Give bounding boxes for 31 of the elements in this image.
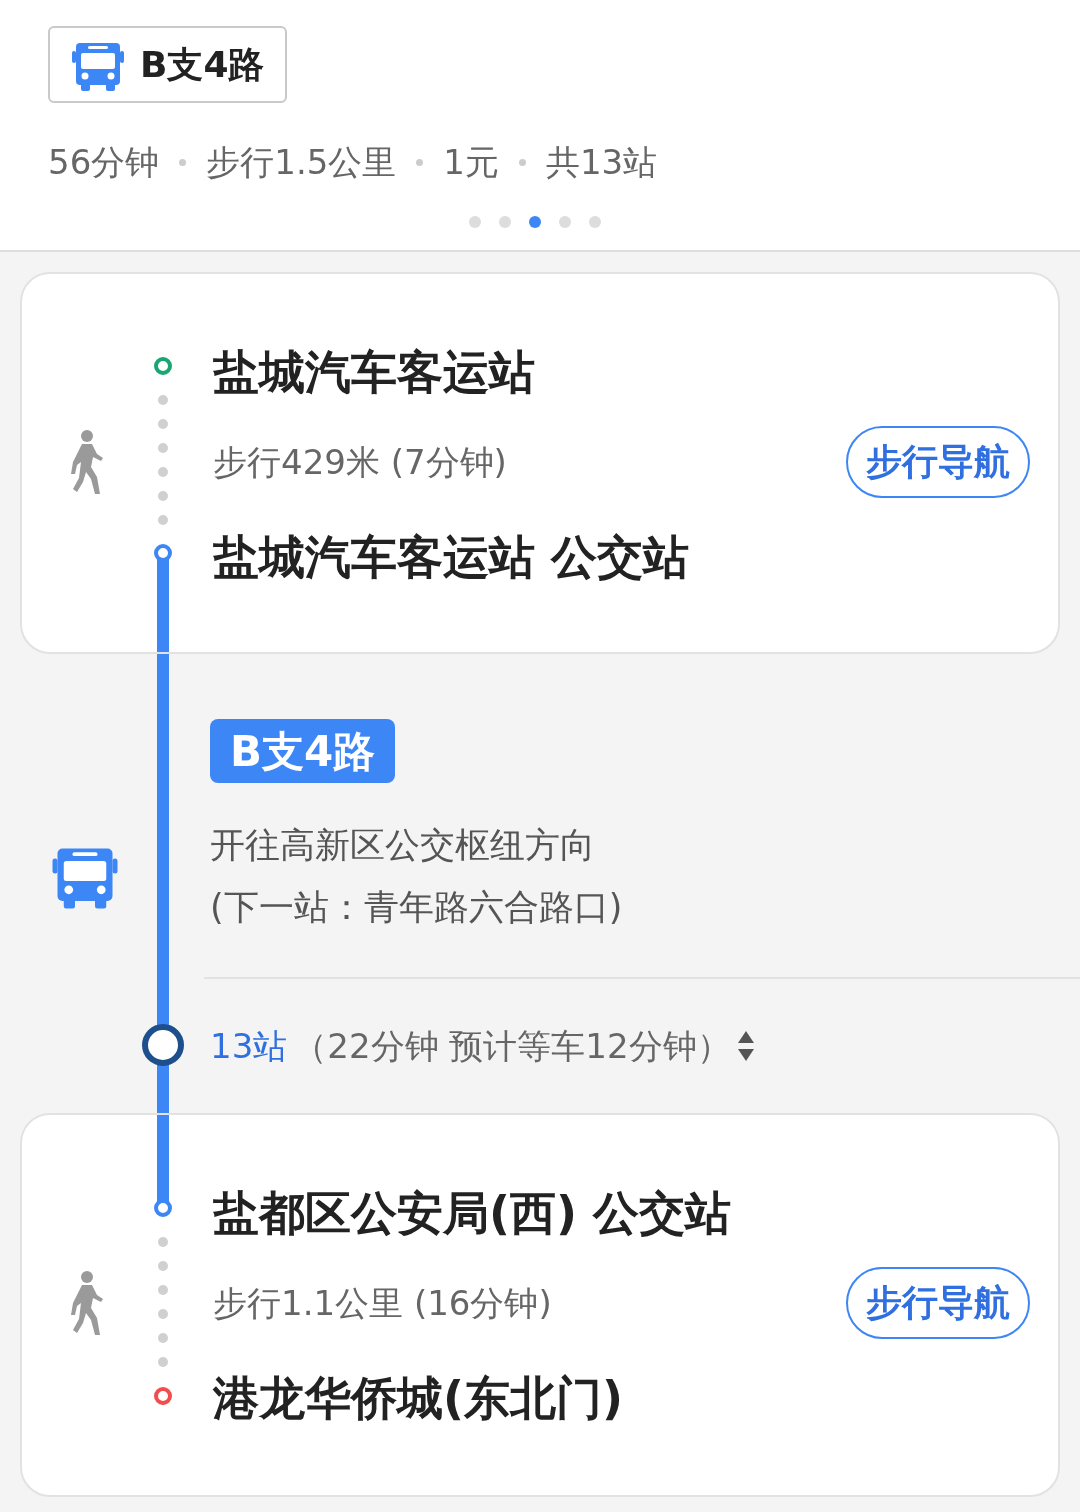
route-summary-text: 共13站 <box>546 141 658 184</box>
origin-marker <box>154 357 172 375</box>
page-indicator-dot[interactable] <box>589 216 601 228</box>
walking-distance: 步行429米 (7分钟) <box>212 440 508 484</box>
origin-name: 盐城汽车客运站 <box>212 344 536 400</box>
page-indicator-dot[interactable] <box>499 216 511 228</box>
stop-name: 盐城汽车客运站 公交站 <box>212 528 690 586</box>
current-stop-marker <box>142 1024 184 1066</box>
expand-caret-icon <box>736 1029 755 1063</box>
stop-marker <box>154 1199 172 1217</box>
walk-navigation-button[interactable]: 步行导航 <box>846 426 1030 498</box>
route-button[interactable]: B支4路 <box>48 26 287 103</box>
direction-text: 开往高新区公交枢纽方向 <box>210 824 596 867</box>
walk-navigation-button[interactable]: 步行导航 <box>846 1267 1030 1339</box>
destination-marker <box>154 1387 172 1405</box>
separator-dot <box>416 159 424 166</box>
page-indicator-dot[interactable] <box>469 216 481 228</box>
stop-marker <box>154 544 172 562</box>
route-summary-text: 步行1.5公里 <box>206 141 397 184</box>
stops-toggle[interactable]: 13站 （22分钟 预计等车12分钟） <box>210 1020 755 1072</box>
next-stop-text: (下一站：青年路六合路口) <box>210 886 624 929</box>
separator-dot <box>519 159 526 166</box>
separator-dot <box>179 159 187 166</box>
page-indicator-dot[interactable] <box>529 216 541 228</box>
route-summary-text: 1元 <box>443 141 499 184</box>
page-indicator-dot[interactable] <box>559 216 571 228</box>
walking-distance: 步行1.1公里 (16分钟) <box>212 1281 553 1325</box>
destination-name: 港龙华侨城(东北门) <box>212 1369 625 1427</box>
bus-line-label: B支4路 <box>210 719 396 783</box>
stop-name: 盐都区公安局(西) 公交站 <box>212 1185 733 1241</box>
route-summary-text: 56分钟 <box>48 141 160 184</box>
